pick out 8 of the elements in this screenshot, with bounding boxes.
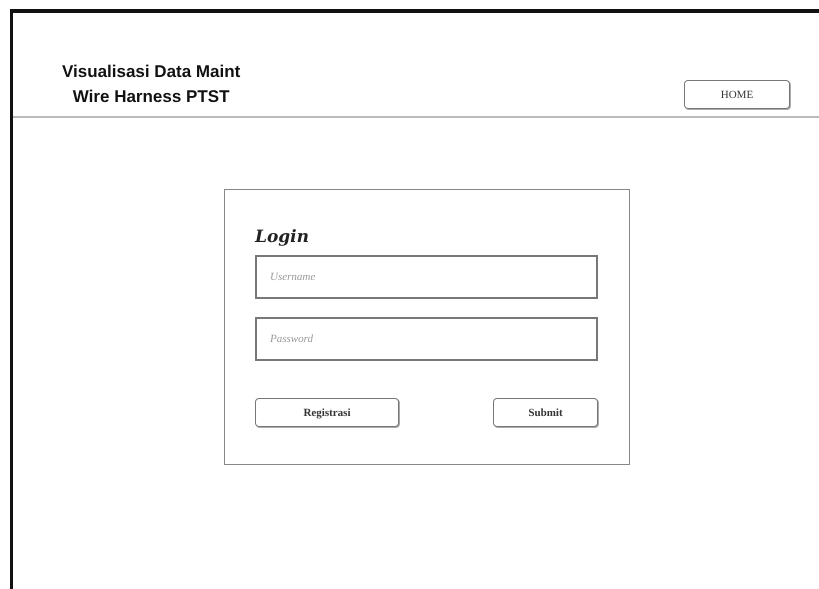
app-title: Visualisasi Data Maint: [62, 61, 240, 83]
submit-button[interactable]: Submit: [493, 398, 598, 427]
home-button[interactable]: HOME: [684, 80, 790, 109]
login-title: Login: [255, 227, 310, 247]
username-field[interactable]: Username: [255, 255, 598, 299]
password-field[interactable]: Password: [255, 317, 598, 361]
app-title: Wire Harness PTST: [72, 86, 230, 108]
register-button[interactable]: Registrasi: [255, 398, 399, 427]
